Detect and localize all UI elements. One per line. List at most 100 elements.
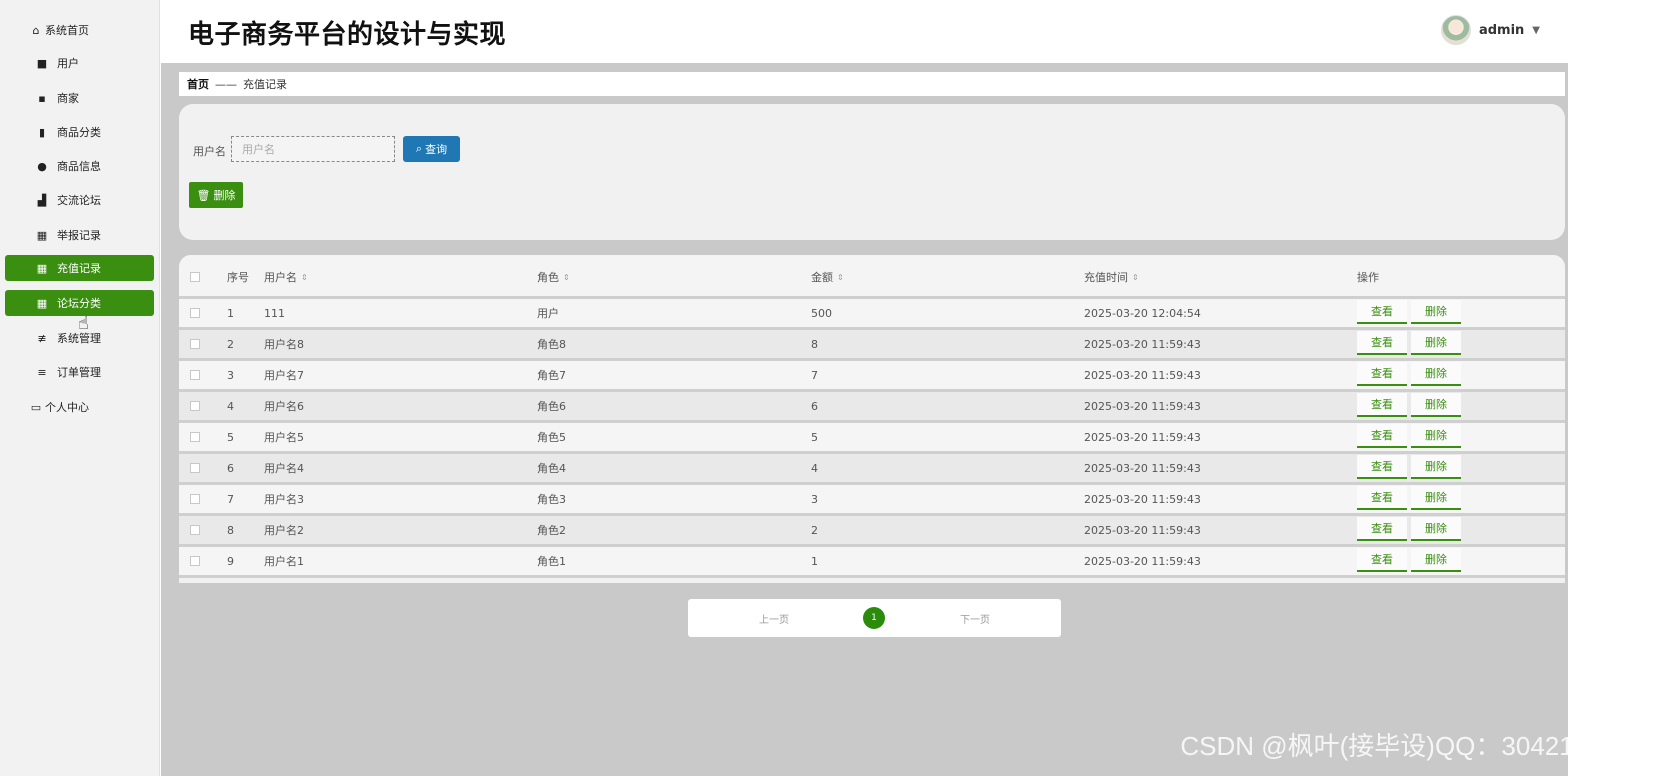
home-icon: ⌂ xyxy=(32,23,40,37)
row-checkbox[interactable] xyxy=(190,516,200,544)
sidebar-item-profile[interactable]: ▭ 个人中心 xyxy=(5,394,154,420)
batch-delete-button[interactable]: 🗑 删除 xyxy=(189,182,243,208)
cell-index: 2 xyxy=(227,337,234,351)
table-row: 9 用户名1 角色1 1 2025-03-20 11:59:43 查看 删除 xyxy=(179,547,1565,575)
bar-chart-icon: ▟ xyxy=(37,193,47,207)
row-divider xyxy=(179,575,1565,578)
avatar[interactable] xyxy=(1440,15,1471,45)
view-button[interactable]: 查看 xyxy=(1357,362,1407,386)
calendar-icon: ▭ xyxy=(30,400,42,414)
cell-time: 2025-03-20 11:59:43 xyxy=(1084,430,1201,444)
sidebar-item-merchants[interactable]: ▪ 商家 xyxy=(5,85,154,111)
sidebar-item-label: 商品信息 xyxy=(57,160,101,173)
sidebar-item-product-categories[interactable]: ▮ 商品分类 xyxy=(5,119,154,145)
delete-button[interactable]: 删除 xyxy=(1411,517,1461,541)
delete-button[interactable]: 删除 xyxy=(1411,331,1461,355)
sidebar-item-label: 商家 xyxy=(57,92,79,105)
cell-username: 111 xyxy=(264,306,285,320)
row-checkbox[interactable] xyxy=(190,485,200,513)
cell-index: 3 xyxy=(227,368,234,382)
row-checkbox[interactable] xyxy=(190,299,200,327)
view-button[interactable]: 查看 xyxy=(1357,548,1407,572)
view-button[interactable]: 查看 xyxy=(1357,486,1407,510)
cell-role: 角色1 xyxy=(537,555,566,568)
sidebar-item-home[interactable]: ⌂ 系统首页 xyxy=(5,17,154,43)
sort-icon: ⇕ xyxy=(301,272,308,282)
cell-username: 用户名1 xyxy=(264,555,304,568)
row-checkbox[interactable] xyxy=(190,454,200,482)
clipboard-icon: ▮ xyxy=(38,125,46,139)
user-menu[interactable]: admin ▼ xyxy=(1440,15,1540,45)
view-button[interactable]: 查看 xyxy=(1357,393,1407,417)
sidebar-item-recharge[interactable]: ▦ 充值记录 xyxy=(5,255,154,281)
sidebar-item-forum[interactable]: ▟ 交流论坛 xyxy=(5,187,154,213)
next-page-button[interactable]: 下一页 xyxy=(960,611,990,626)
view-button[interactable]: 查看 xyxy=(1357,517,1407,541)
view-button[interactable]: 查看 xyxy=(1357,300,1407,324)
delete-button[interactable]: 删除 xyxy=(1411,455,1461,479)
delete-button[interactable]: 删除 xyxy=(1411,548,1461,572)
grid-icon: ▦ xyxy=(36,228,48,242)
cell-index: 7 xyxy=(227,492,234,506)
delete-button[interactable]: 删除 xyxy=(1411,424,1461,448)
row-checkbox[interactable] xyxy=(190,330,200,358)
query-button[interactable]: ⌕ 查询 xyxy=(403,136,460,162)
cell-index: 9 xyxy=(227,554,234,568)
header-index: 序号 xyxy=(227,271,249,284)
cell-time: 2025-03-20 11:59:43 xyxy=(1084,461,1201,475)
sliders-icon: ≢ xyxy=(37,331,47,345)
table-row: 1 111 用户 500 2025-03-20 12:04:54 查看 删除 xyxy=(179,299,1565,327)
cell-time: 2025-03-20 11:59:43 xyxy=(1084,399,1201,413)
row-checkbox[interactable] xyxy=(190,361,200,389)
cell-role: 角色6 xyxy=(537,400,566,413)
cell-username: 用户名5 xyxy=(264,431,304,444)
cell-role: 角色7 xyxy=(537,369,566,382)
header-time-label: 充值时间 xyxy=(1084,271,1128,284)
table-row: 5 用户名5 角色5 5 2025-03-20 11:59:43 查看 删除 xyxy=(179,423,1565,451)
header-amount-label: 金额 xyxy=(811,271,833,284)
sort-icon: ⇕ xyxy=(1132,272,1139,282)
prev-page-button[interactable]: 上一页 xyxy=(759,611,789,626)
sidebar-item-product-info[interactable]: ● 商品信息 xyxy=(5,153,154,179)
select-all-checkbox[interactable] xyxy=(190,255,200,299)
table-row: 7 用户名3 角色3 3 2025-03-20 11:59:43 查看 删除 xyxy=(179,485,1565,513)
cell-time: 2025-03-20 12:04:54 xyxy=(1084,306,1201,320)
cell-role: 角色2 xyxy=(537,524,566,537)
delete-button[interactable]: 删除 xyxy=(1411,362,1461,386)
user-icon: ● xyxy=(37,159,47,173)
table-row: 8 用户名2 角色2 2 2025-03-20 11:59:43 查看 删除 xyxy=(179,516,1565,544)
briefcase-icon: ■ xyxy=(36,56,48,70)
grid-icon: ▦ xyxy=(36,261,48,275)
view-button[interactable]: 查看 xyxy=(1357,424,1407,448)
cell-username: 用户名6 xyxy=(264,400,304,413)
breadcrumb-home[interactable]: 首页 xyxy=(187,76,209,92)
row-checkbox[interactable] xyxy=(190,547,200,575)
cell-username: 用户名8 xyxy=(264,338,304,351)
current-page-button[interactable]: 1 xyxy=(863,607,885,629)
row-checkbox[interactable] xyxy=(190,392,200,420)
username-search-input[interactable] xyxy=(231,136,395,162)
breadcrumb-separator: —— xyxy=(215,77,237,91)
caret-down-icon: ▼ xyxy=(1532,24,1540,36)
view-button[interactable]: 查看 xyxy=(1357,331,1407,355)
delete-button[interactable]: 删除 xyxy=(1411,300,1461,324)
header-role[interactable]: 角色 ⇕ xyxy=(537,255,570,299)
header-username[interactable]: 用户名 ⇕ xyxy=(264,255,308,299)
cell-time: 2025-03-20 11:59:43 xyxy=(1084,337,1201,351)
sidebar-item-orders[interactable]: ≡ 订单管理 xyxy=(5,359,154,385)
delete-button[interactable]: 删除 xyxy=(1411,393,1461,417)
sidebar-item-users[interactable]: ■ 用户 xyxy=(5,50,154,76)
sidebar-item-label: 个人中心 xyxy=(45,401,89,414)
cell-amount: 5 xyxy=(811,430,818,444)
search-panel: 用户名 ⌕ 查询 🗑 删除 xyxy=(179,104,1565,240)
sidebar-item-label: 交流论坛 xyxy=(57,194,101,207)
hand-cursor-icon: ☝ xyxy=(78,313,89,334)
row-checkbox[interactable] xyxy=(190,423,200,451)
sidebar-item-reports[interactable]: ▦ 举报记录 xyxy=(5,222,154,248)
header-time[interactable]: 充值时间 ⇕ xyxy=(1084,255,1139,299)
delete-button[interactable]: 删除 xyxy=(1411,486,1461,510)
view-button[interactable]: 查看 xyxy=(1357,455,1407,479)
cell-time: 2025-03-20 11:59:43 xyxy=(1084,368,1201,382)
header-amount[interactable]: 金额 ⇕ xyxy=(811,255,844,299)
cell-index: 1 xyxy=(227,306,234,320)
